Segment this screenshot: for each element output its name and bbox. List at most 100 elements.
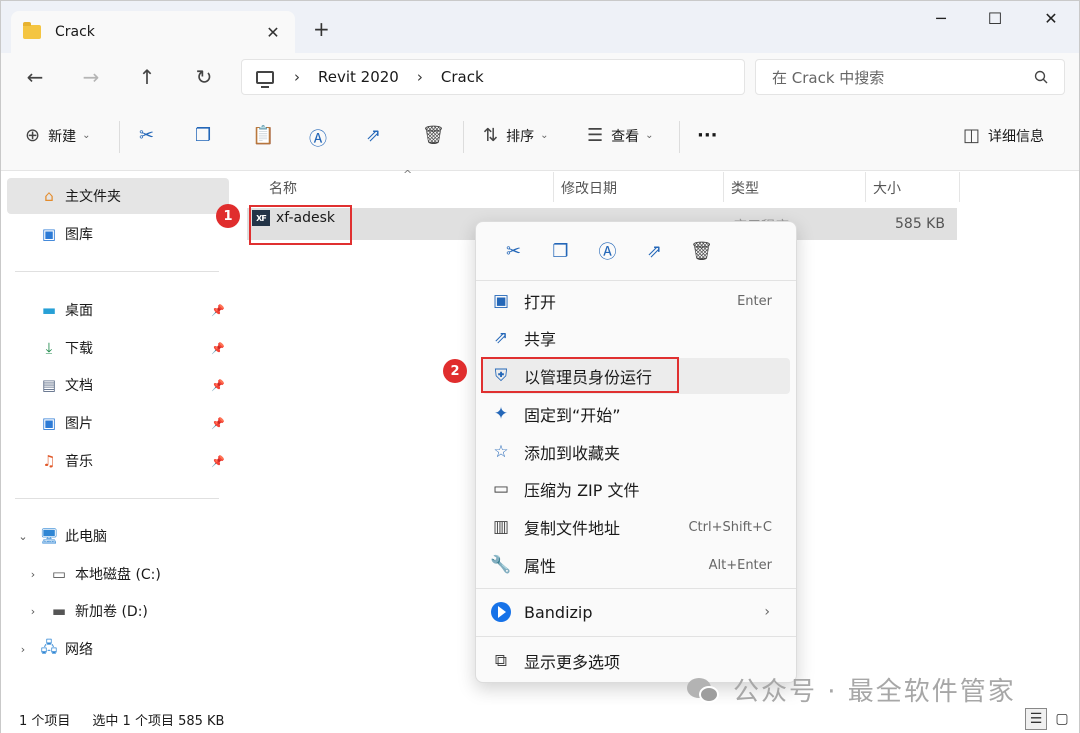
divider bbox=[476, 280, 796, 281]
column-divider[interactable] bbox=[723, 172, 724, 202]
column-header-name[interactable]: 名称 bbox=[269, 178, 297, 198]
menu-item-bandizip[interactable]: Bandizip › bbox=[482, 594, 790, 630]
sidebar-item-pictures[interactable]: ▣ 图片 📌 bbox=[7, 405, 229, 441]
more-options-icon: ⧉ bbox=[494, 651, 508, 671]
menu-item-shortcut: Ctrl+Shift+C bbox=[688, 519, 772, 535]
column-header-size[interactable]: 大小 bbox=[873, 178, 901, 198]
cut-button[interactable]: ✂ bbox=[139, 125, 154, 146]
pin-icon[interactable]: 📌 bbox=[211, 304, 225, 317]
sidebar-item-home[interactable]: ⌂ 主文件夹 bbox=[7, 178, 229, 214]
sidebar-item-label: 网络 bbox=[65, 642, 93, 658]
new-tab-button[interactable]: + bbox=[313, 17, 330, 41]
sidebar-item-network[interactable]: › 🖧 网络 bbox=[7, 631, 229, 667]
gallery-icon: ▣ bbox=[41, 225, 57, 243]
pin-icon[interactable]: 📌 bbox=[211, 379, 225, 392]
sidebar-item-label: 新加卷 (D:) bbox=[75, 604, 148, 620]
back-button[interactable]: ← bbox=[21, 65, 49, 89]
trash-icon[interactable]: 🗑 bbox=[678, 241, 725, 262]
sidebar-item-label: 音乐 bbox=[65, 454, 93, 470]
rename-button[interactable]: Ⓐ bbox=[309, 125, 327, 151]
sidebar-item-label: 此电脑 bbox=[65, 529, 107, 545]
chevron-down-icon[interactable]: ⌄ bbox=[15, 530, 31, 543]
wechat-icon bbox=[687, 676, 721, 704]
new-button[interactable]: ⊕ 新建 ⌄ bbox=[25, 125, 90, 146]
column-header-modified[interactable]: 修改日期 bbox=[561, 178, 617, 198]
new-label: 新建 bbox=[48, 128, 77, 145]
menu-item-add-favorite[interactable]: ☆ 添加到收藏夹 bbox=[482, 434, 790, 470]
pin-icon[interactable]: 📌 bbox=[211, 342, 225, 355]
chevron-right-icon[interactable]: › bbox=[25, 605, 41, 618]
sidebar-item-gallery[interactable]: ▣ 图库 bbox=[7, 216, 229, 252]
wrench-icon: 🔧 bbox=[490, 555, 512, 575]
breadcrumb-crack[interactable]: Crack bbox=[441, 68, 484, 86]
navigation-pane: ⌂ 主文件夹 ▣ 图库 ▬ 桌面 📌 ⤓ 下载 📌 ▤ 文档 📌 ▣ 图片 📌 bbox=[1, 172, 235, 705]
divider bbox=[476, 588, 796, 589]
share-button[interactable]: ⇗ bbox=[366, 125, 381, 146]
pin-icon[interactable]: 📌 bbox=[211, 455, 225, 468]
close-button[interactable]: ✕ bbox=[1037, 9, 1065, 31]
breadcrumb-separator[interactable]: › bbox=[294, 68, 300, 86]
sidebar-item-label: 桌面 bbox=[65, 303, 93, 319]
delete-button[interactable]: 🗑 bbox=[422, 125, 445, 146]
column-divider[interactable] bbox=[865, 172, 866, 202]
context-menu: ✂ ❐ Ⓐ ⇗ 🗑 ▣ 打开 Enter ⇗ 共享 ⛨ 以管理员身份运行 ✦ 固… bbox=[475, 221, 797, 683]
tab-close-button[interactable]: ✕ bbox=[263, 23, 283, 42]
menu-item-properties[interactable]: 🔧 属性 Alt+Enter bbox=[482, 547, 790, 583]
view-button[interactable]: ☰ 查看 ⌄ bbox=[587, 125, 654, 146]
menu-item-share[interactable]: ⇗ 共享 bbox=[482, 320, 790, 356]
view-label: 查看 bbox=[611, 128, 640, 145]
scissors-icon[interactable]: ✂ bbox=[490, 241, 537, 262]
forward-button[interactable]: → bbox=[77, 65, 105, 89]
watermark-text: 公众号 · 最全软件管家 bbox=[733, 677, 1016, 707]
details-view-button[interactable]: ☰ bbox=[1025, 708, 1047, 730]
address-bar[interactable]: › Revit 2020 › Crack bbox=[241, 59, 745, 95]
column-divider[interactable] bbox=[959, 172, 960, 202]
tab-crack[interactable]: Crack ✕ bbox=[11, 11, 295, 53]
pin-icon[interactable]: 📌 bbox=[211, 417, 225, 430]
breadcrumb-revit-2020[interactable]: Revit 2020 bbox=[318, 68, 399, 86]
search-input[interactable]: 在 Crack 中搜索 bbox=[755, 59, 1065, 95]
sidebar-item-desktop[interactable]: ▬ 桌面 📌 bbox=[7, 292, 229, 328]
copy-icon[interactable]: ❐ bbox=[537, 241, 584, 262]
maximize-button[interactable]: ☐ bbox=[981, 9, 1009, 31]
sidebar-item-downloads[interactable]: ⤓ 下载 📌 bbox=[7, 330, 229, 366]
more-options-button[interactable]: ··· bbox=[697, 125, 718, 146]
explorer-window: Crack ✕ + ─ ☐ ✕ ← → ↑ ↻ › Revit 2020 › C… bbox=[0, 0, 1080, 733]
search-icon bbox=[1034, 70, 1048, 84]
sort-button[interactable]: ⇅ 排序 ⌄ bbox=[483, 125, 548, 146]
paste-button[interactable]: 📋 bbox=[252, 125, 274, 146]
sidebar-item-label: 文档 bbox=[65, 378, 93, 394]
copy-button[interactable]: ❐ bbox=[195, 125, 211, 146]
zip-folder-icon: ▭ bbox=[492, 479, 510, 499]
chevron-right-icon[interactable]: › bbox=[25, 568, 41, 581]
menu-item-label: 共享 bbox=[524, 330, 557, 349]
menu-item-pin-to-start[interactable]: ✦ 固定到“开始” bbox=[482, 396, 790, 432]
menu-item-label: 添加到收藏夹 bbox=[524, 444, 621, 463]
menu-item-compress-zip[interactable]: ▭ 压缩为 ZIP 文件 bbox=[482, 471, 790, 507]
pictures-icon: ▣ bbox=[41, 414, 57, 432]
open-icon: ▣ bbox=[492, 291, 510, 311]
share-icon[interactable]: ⇗ bbox=[631, 241, 678, 262]
divider bbox=[119, 121, 120, 153]
menu-item-shortcut: Alt+Enter bbox=[708, 557, 772, 573]
divider bbox=[476, 636, 796, 637]
column-divider[interactable] bbox=[553, 172, 554, 202]
minimize-button[interactable]: ─ bbox=[927, 9, 955, 31]
sidebar-item-documents[interactable]: ▤ 文档 📌 bbox=[7, 367, 229, 403]
menu-item-copy-path[interactable]: ▥ 复制文件地址 Ctrl+Shift+C bbox=[482, 509, 790, 545]
sidebar-item-label: 本地磁盘 (C:) bbox=[75, 567, 161, 583]
chevron-right-icon[interactable]: › bbox=[15, 643, 31, 656]
details-pane-button[interactable]: ◫ 详细信息 bbox=[963, 125, 1044, 146]
up-button[interactable]: ↑ bbox=[133, 65, 161, 89]
sidebar-item-drive-d[interactable]: › ▬ 新加卷 (D:) bbox=[7, 593, 229, 629]
tiles-view-button[interactable]: ▢ bbox=[1051, 708, 1073, 730]
sidebar-item-music[interactable]: ♫ 音乐 📌 bbox=[7, 443, 229, 479]
column-header-type[interactable]: 类型 bbox=[731, 178, 759, 198]
breadcrumb-separator[interactable]: › bbox=[417, 68, 423, 86]
document-icon: ▤ bbox=[41, 376, 57, 394]
sidebar-item-drive-c[interactable]: › ▭ 本地磁盘 (C:) bbox=[7, 556, 229, 592]
sidebar-item-this-pc[interactable]: ⌄ 🖥 此电脑 bbox=[7, 518, 229, 554]
refresh-button[interactable]: ↻ bbox=[190, 65, 218, 89]
menu-item-open[interactable]: ▣ 打开 Enter bbox=[482, 283, 790, 319]
rename-icon[interactable]: Ⓐ bbox=[584, 238, 631, 264]
